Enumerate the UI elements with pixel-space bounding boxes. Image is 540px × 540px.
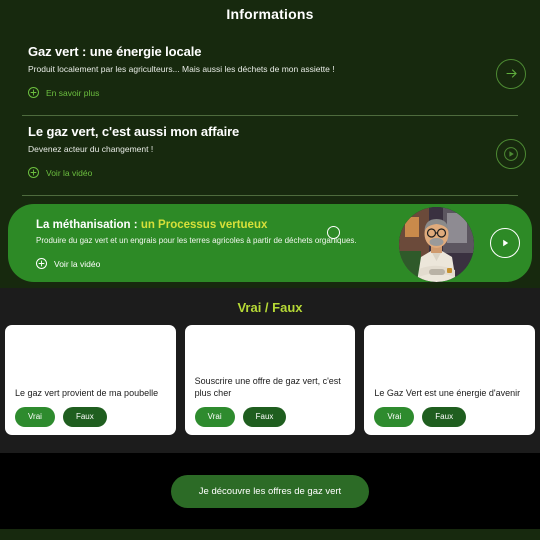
plus-icon [36, 258, 47, 269]
vrai-faux-title: Vrai / Faux [237, 300, 303, 315]
plus-icon [28, 167, 39, 178]
featured-card-subtitle: Produire du gaz vert et un engrais pour … [36, 236, 357, 245]
plus-icon [28, 87, 39, 98]
en-savoir-plus-link[interactable]: En savoir plus [28, 87, 99, 98]
voir-la-video-link[interactable]: Voir la vidéo [28, 167, 92, 178]
cta-section: Je découvre les offres de gaz vert [0, 453, 540, 529]
faux-button[interactable]: Faux [422, 407, 467, 427]
play-icon[interactable] [496, 138, 526, 169]
featured-title-accent: un Processus vertueux [140, 219, 268, 231]
info-row-title: Le gaz vert, c'est aussi mon affaire [28, 124, 240, 139]
featured-video-card[interactable]: La méthanisation : un Processus vertueux… [8, 204, 532, 282]
carousel-dot[interactable] [327, 226, 340, 239]
featured-link-label: Voir la vidéo [54, 258, 101, 269]
featured-play-icon[interactable] [490, 228, 520, 258]
info-row-gaz-vert-mon-affaire[interactable]: Le gaz vert, c'est aussi mon affaire Dev… [0, 116, 540, 191]
question-text: Le gaz vert provient de ma poubelle [15, 388, 159, 398]
info-row-subtitle: Produit localement par les agriculteurs.… [28, 64, 335, 74]
featured-voir-la-video-link[interactable]: Voir la vidéo [36, 258, 100, 269]
footer-strip [0, 529, 540, 540]
info-row-gaz-vert-energie-locale[interactable]: Gaz vert : une énergie locale Produit lo… [0, 36, 540, 111]
decouvrir-offres-button[interactable]: Je découvre les offres de gaz vert [170, 474, 370, 508]
page-title: Informations [226, 6, 314, 22]
en-savoir-plus-label: En savoir plus [46, 87, 100, 98]
vrai-faux-card: Souscrire une offre de gaz vert, c'est p… [184, 325, 356, 435]
vrai-button[interactable]: Vrai [374, 407, 415, 427]
vrai-button[interactable]: Vrai [194, 407, 235, 427]
divider [22, 195, 518, 196]
answer-buttons: Vrai Faux [194, 407, 346, 427]
info-row-subtitle: Devenez acteur du changement ! [28, 144, 154, 154]
answer-buttons: Vrai Faux [15, 407, 166, 427]
informations-section: Informations Gaz vert : une énergie loca… [0, 0, 540, 288]
avatar [399, 207, 474, 282]
vrai-button[interactable]: Vrai [15, 407, 55, 427]
question-text: Souscrire une offre de gaz vert, c'est p… [194, 376, 341, 398]
arrow-right-icon[interactable] [496, 58, 526, 89]
faux-button[interactable]: Faux [62, 407, 107, 427]
vrai-faux-card: Le Gaz Vert est une énergie d'avenir Vra… [364, 325, 536, 435]
featured-card-text: La méthanisation : un Processus vertueux… [36, 218, 372, 272]
question-text: Le Gaz Vert est une énergie d'avenir [374, 388, 521, 398]
featured-card-title: La méthanisation : un Processus vertueux [36, 218, 372, 232]
info-row-title: Gaz vert : une énergie locale [28, 44, 202, 59]
answer-buttons: Vrai Faux [374, 407, 525, 427]
vrai-faux-section: Vrai / Faux Le gaz vert provient de ma p… [0, 288, 540, 453]
featured-title-main: La méthanisation : [36, 219, 138, 231]
faux-button[interactable]: Faux [242, 407, 287, 427]
voir-la-video-label: Voir la vidéo [46, 167, 93, 178]
vrai-faux-card: Le gaz vert provient de ma poubelle Vrai… [5, 325, 176, 435]
vrai-faux-cards: Le gaz vert provient de ma poubelle Vrai… [0, 325, 540, 435]
